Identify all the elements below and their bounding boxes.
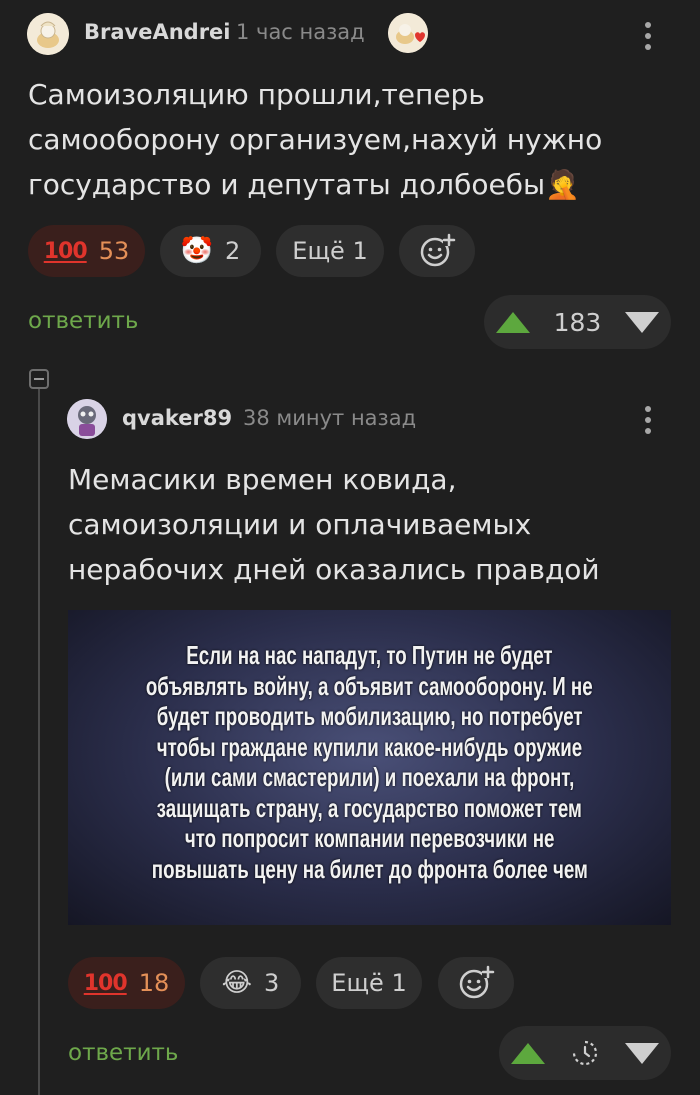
- clown-face-icon: 🤡: [180, 236, 214, 266]
- reaction-laugh-button[interactable]: 😂 3: [200, 957, 301, 1009]
- reply-button[interactable]: ответить: [28, 308, 138, 334]
- meme-text-line: повышать цену на билет до фронта более ч…: [151, 853, 588, 884]
- more-options-icon[interactable]: [643, 22, 653, 50]
- reaction-count: 18: [138, 969, 170, 997]
- comment-text: Самоизоляцию прошли,теперь самооборону о…: [28, 72, 678, 207]
- reaction-count: 2: [225, 237, 241, 265]
- comment-text-line: государство и депутаты долбоебы🤦: [28, 168, 580, 201]
- hundred-points-icon: 100: [83, 970, 128, 996]
- rating-value: 183: [553, 307, 602, 337]
- user-avatar-icon: [67, 399, 107, 439]
- downvote-icon[interactable]: [625, 311, 660, 333]
- meme-text-line: что попросит компании перевозчики не: [184, 823, 555, 853]
- add-reaction-button[interactable]: [399, 225, 475, 277]
- upvote-icon[interactable]: [511, 1042, 546, 1064]
- reply-button[interactable]: ответить: [68, 1040, 178, 1066]
- laughing-face-icon: 😂: [221, 968, 253, 998]
- more-options-icon[interactable]: [643, 406, 653, 434]
- comment-text-line: нерабочих дней оказались правдой: [68, 553, 600, 586]
- username[interactable]: qvaker89: [122, 406, 232, 430]
- collapse-thread-icon[interactable]: [29, 369, 49, 389]
- meme-image[interactable]: Если на нас нападут, то Путин не будет о…: [68, 610, 671, 925]
- meme-text-line: будет проводить мобилизацию, но потребуе…: [156, 701, 583, 731]
- avatar[interactable]: [67, 399, 107, 439]
- award-heart-icon: [388, 13, 428, 53]
- timestamp: 1 час назад: [236, 20, 365, 44]
- meme-text-line: объявлять войну, а объявит самооборону. …: [146, 670, 593, 701]
- comment-text-line: Мемасики времен ковида,: [68, 463, 457, 496]
- user-avatar-icon: [27, 13, 69, 55]
- more-reactions-button[interactable]: Ещё 1: [276, 225, 384, 277]
- more-reactions-button[interactable]: Ещё 1: [316, 957, 422, 1009]
- meme-text-line: чтобы граждане купили какое-нибудь оружи…: [156, 731, 583, 762]
- comment-text-line: Самоизоляцию прошли,теперь: [28, 78, 485, 111]
- username[interactable]: BraveAndrei: [84, 20, 231, 44]
- meme-text-line: (или сами смастерили) и поехали на фронт…: [164, 762, 575, 792]
- award-badge[interactable]: [388, 13, 428, 53]
- rating-pending-clock-icon: [572, 1040, 598, 1066]
- comment-text-line: самооборону организуем,нахуй нужно: [28, 123, 603, 156]
- reaction-count: 53: [98, 237, 130, 265]
- add-emoji-icon: [459, 965, 495, 999]
- meme-text-line: защищать страну, а государство поможет т…: [156, 792, 583, 823]
- comment-text-line: самоизоляции и оплачиваемых: [68, 508, 532, 541]
- add-emoji-icon: [420, 233, 456, 267]
- reaction-100-button[interactable]: 100 53: [28, 225, 145, 277]
- rating-control: [499, 1026, 671, 1080]
- hundred-points-icon: 100: [43, 238, 88, 264]
- reaction-count: 3: [264, 969, 280, 997]
- downvote-icon[interactable]: [624, 1042, 659, 1064]
- add-reaction-button[interactable]: [438, 957, 514, 1009]
- rating-control: 183: [484, 295, 671, 349]
- upvote-icon[interactable]: [495, 311, 530, 333]
- reaction-100-button[interactable]: 100 18: [68, 957, 185, 1009]
- meme-text-line: Если на нас нападут, то Путин не будет: [186, 640, 553, 670]
- thread-line[interactable]: [38, 372, 40, 1095]
- comment-text: Мемасики времен ковида, самоизоляции и о…: [68, 457, 678, 592]
- avatar[interactable]: [27, 13, 69, 55]
- reaction-clown-button[interactable]: 🤡 2: [160, 225, 261, 277]
- timestamp: 38 минут назад: [243, 406, 417, 430]
